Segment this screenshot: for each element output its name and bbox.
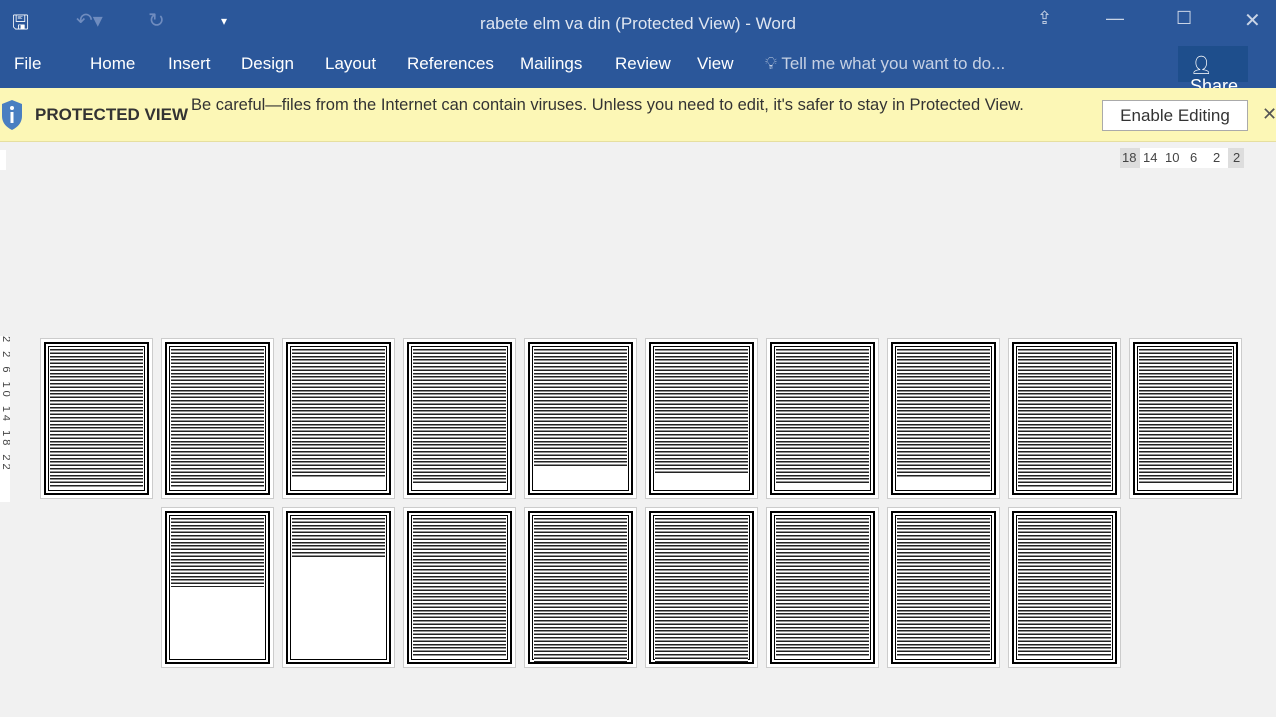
vertical-ruler-top bbox=[0, 150, 6, 170]
horizontal-ruler[interactable]: 18 14 10 6 2 2 bbox=[1120, 148, 1244, 168]
share-button[interactable]: 👤︎Share bbox=[1178, 46, 1248, 96]
page-text-lines bbox=[171, 348, 264, 488]
page-thumbnail[interactable] bbox=[887, 507, 1000, 668]
page-text-lines bbox=[897, 348, 990, 478]
ruler-number: 2 bbox=[1233, 150, 1241, 165]
ruler-number: 10 bbox=[1165, 150, 1180, 165]
ruler-number: 6 bbox=[1190, 150, 1198, 165]
page-thumbnail[interactable] bbox=[1008, 338, 1121, 499]
lightbulb-icon: 💡︎ bbox=[765, 54, 777, 73]
person-add-icon: 👤︎ bbox=[1190, 55, 1213, 75]
tab-file[interactable]: File bbox=[14, 54, 41, 74]
page-text-lines bbox=[1139, 348, 1232, 483]
page-thumbnail[interactable] bbox=[766, 507, 879, 668]
tab-layout[interactable]: Layout bbox=[325, 54, 376, 74]
page-text-lines bbox=[776, 517, 869, 657]
page-thumbnail[interactable] bbox=[161, 338, 274, 499]
page-text-lines bbox=[1018, 348, 1111, 488]
protected-view-bar: PROTECTED VIEW Be careful—files from the… bbox=[0, 88, 1276, 142]
page-thumbnail[interactable] bbox=[403, 338, 516, 499]
vertical-ruler[interactable]: 2 2 6 10 14 18 22 bbox=[0, 336, 10, 502]
page-thumbnail[interactable] bbox=[1129, 338, 1242, 499]
page-thumbnail[interactable] bbox=[524, 507, 637, 668]
title-bar: 🖫 ↶▾ ↻ ▾ rabete elm va din (Protected Vi… bbox=[0, 0, 1276, 96]
page-thumbnail[interactable] bbox=[645, 507, 758, 668]
maximize-icon[interactable]: ☐ bbox=[1176, 8, 1192, 29]
protected-view-message: Be careful—files from the Internet can c… bbox=[191, 96, 1024, 114]
page-text-lines bbox=[655, 348, 748, 473]
page-text-lines bbox=[534, 348, 627, 468]
close-icon[interactable]: ✕ bbox=[1244, 8, 1261, 33]
page-text-lines bbox=[413, 348, 506, 483]
tab-view[interactable]: View bbox=[697, 54, 734, 74]
page-thumbnail[interactable] bbox=[282, 507, 395, 668]
page-thumbnail[interactable] bbox=[282, 338, 395, 499]
minimize-icon[interactable]: — bbox=[1106, 8, 1124, 29]
tab-design[interactable]: Design bbox=[241, 54, 294, 74]
page-thumbnail[interactable] bbox=[161, 507, 274, 668]
tab-mailings[interactable]: Mailings bbox=[520, 54, 582, 74]
page-thumbnail[interactable] bbox=[887, 338, 1000, 499]
tab-home[interactable]: Home bbox=[90, 54, 135, 74]
page-text-lines bbox=[413, 517, 506, 657]
close-message-bar-icon[interactable]: ✕ bbox=[1262, 104, 1276, 125]
tab-review[interactable]: Review bbox=[615, 54, 671, 74]
page-thumbnail[interactable] bbox=[766, 338, 879, 499]
page-thumbnail[interactable] bbox=[40, 338, 153, 499]
page-text-lines bbox=[50, 348, 143, 488]
page-text-lines bbox=[171, 517, 264, 587]
ruler-number: 18 bbox=[1122, 150, 1137, 165]
page-thumbnail[interactable] bbox=[1008, 507, 1121, 668]
page-thumbnail[interactable] bbox=[403, 507, 516, 668]
protected-view-label: PROTECTED VIEW bbox=[35, 105, 189, 124]
page-thumbnail[interactable] bbox=[524, 338, 637, 499]
tab-references[interactable]: References bbox=[407, 54, 494, 74]
window-title: rabete elm va din (Protected View) - Wor… bbox=[480, 14, 796, 33]
tell-me-box[interactable]: 💡︎ Tell me what you want to do... bbox=[765, 54, 1005, 74]
ruler-number: 14 bbox=[1143, 150, 1158, 165]
page-text-lines bbox=[534, 517, 627, 662]
ruler-number: 2 bbox=[1213, 150, 1221, 165]
page-text-lines bbox=[292, 348, 385, 478]
document-canvas[interactable] bbox=[0, 142, 1276, 717]
enable-editing-button[interactable]: Enable Editing bbox=[1102, 100, 1248, 131]
page-text-lines bbox=[776, 348, 869, 483]
page-text-lines bbox=[655, 517, 748, 662]
page-thumbnail[interactable] bbox=[645, 338, 758, 499]
tab-insert[interactable]: Insert bbox=[168, 54, 211, 74]
shield-info-icon bbox=[2, 100, 22, 130]
tell-me-text: Tell me what you want to do... bbox=[781, 54, 1006, 73]
page-text-lines bbox=[1018, 517, 1111, 657]
page-text-lines bbox=[292, 517, 385, 557]
ribbon-display-icon[interactable]: ⇪ bbox=[1037, 8, 1052, 29]
page-text-lines bbox=[897, 517, 990, 657]
vertical-ruler-numbers: 2 2 6 10 14 18 22 bbox=[0, 336, 10, 473]
